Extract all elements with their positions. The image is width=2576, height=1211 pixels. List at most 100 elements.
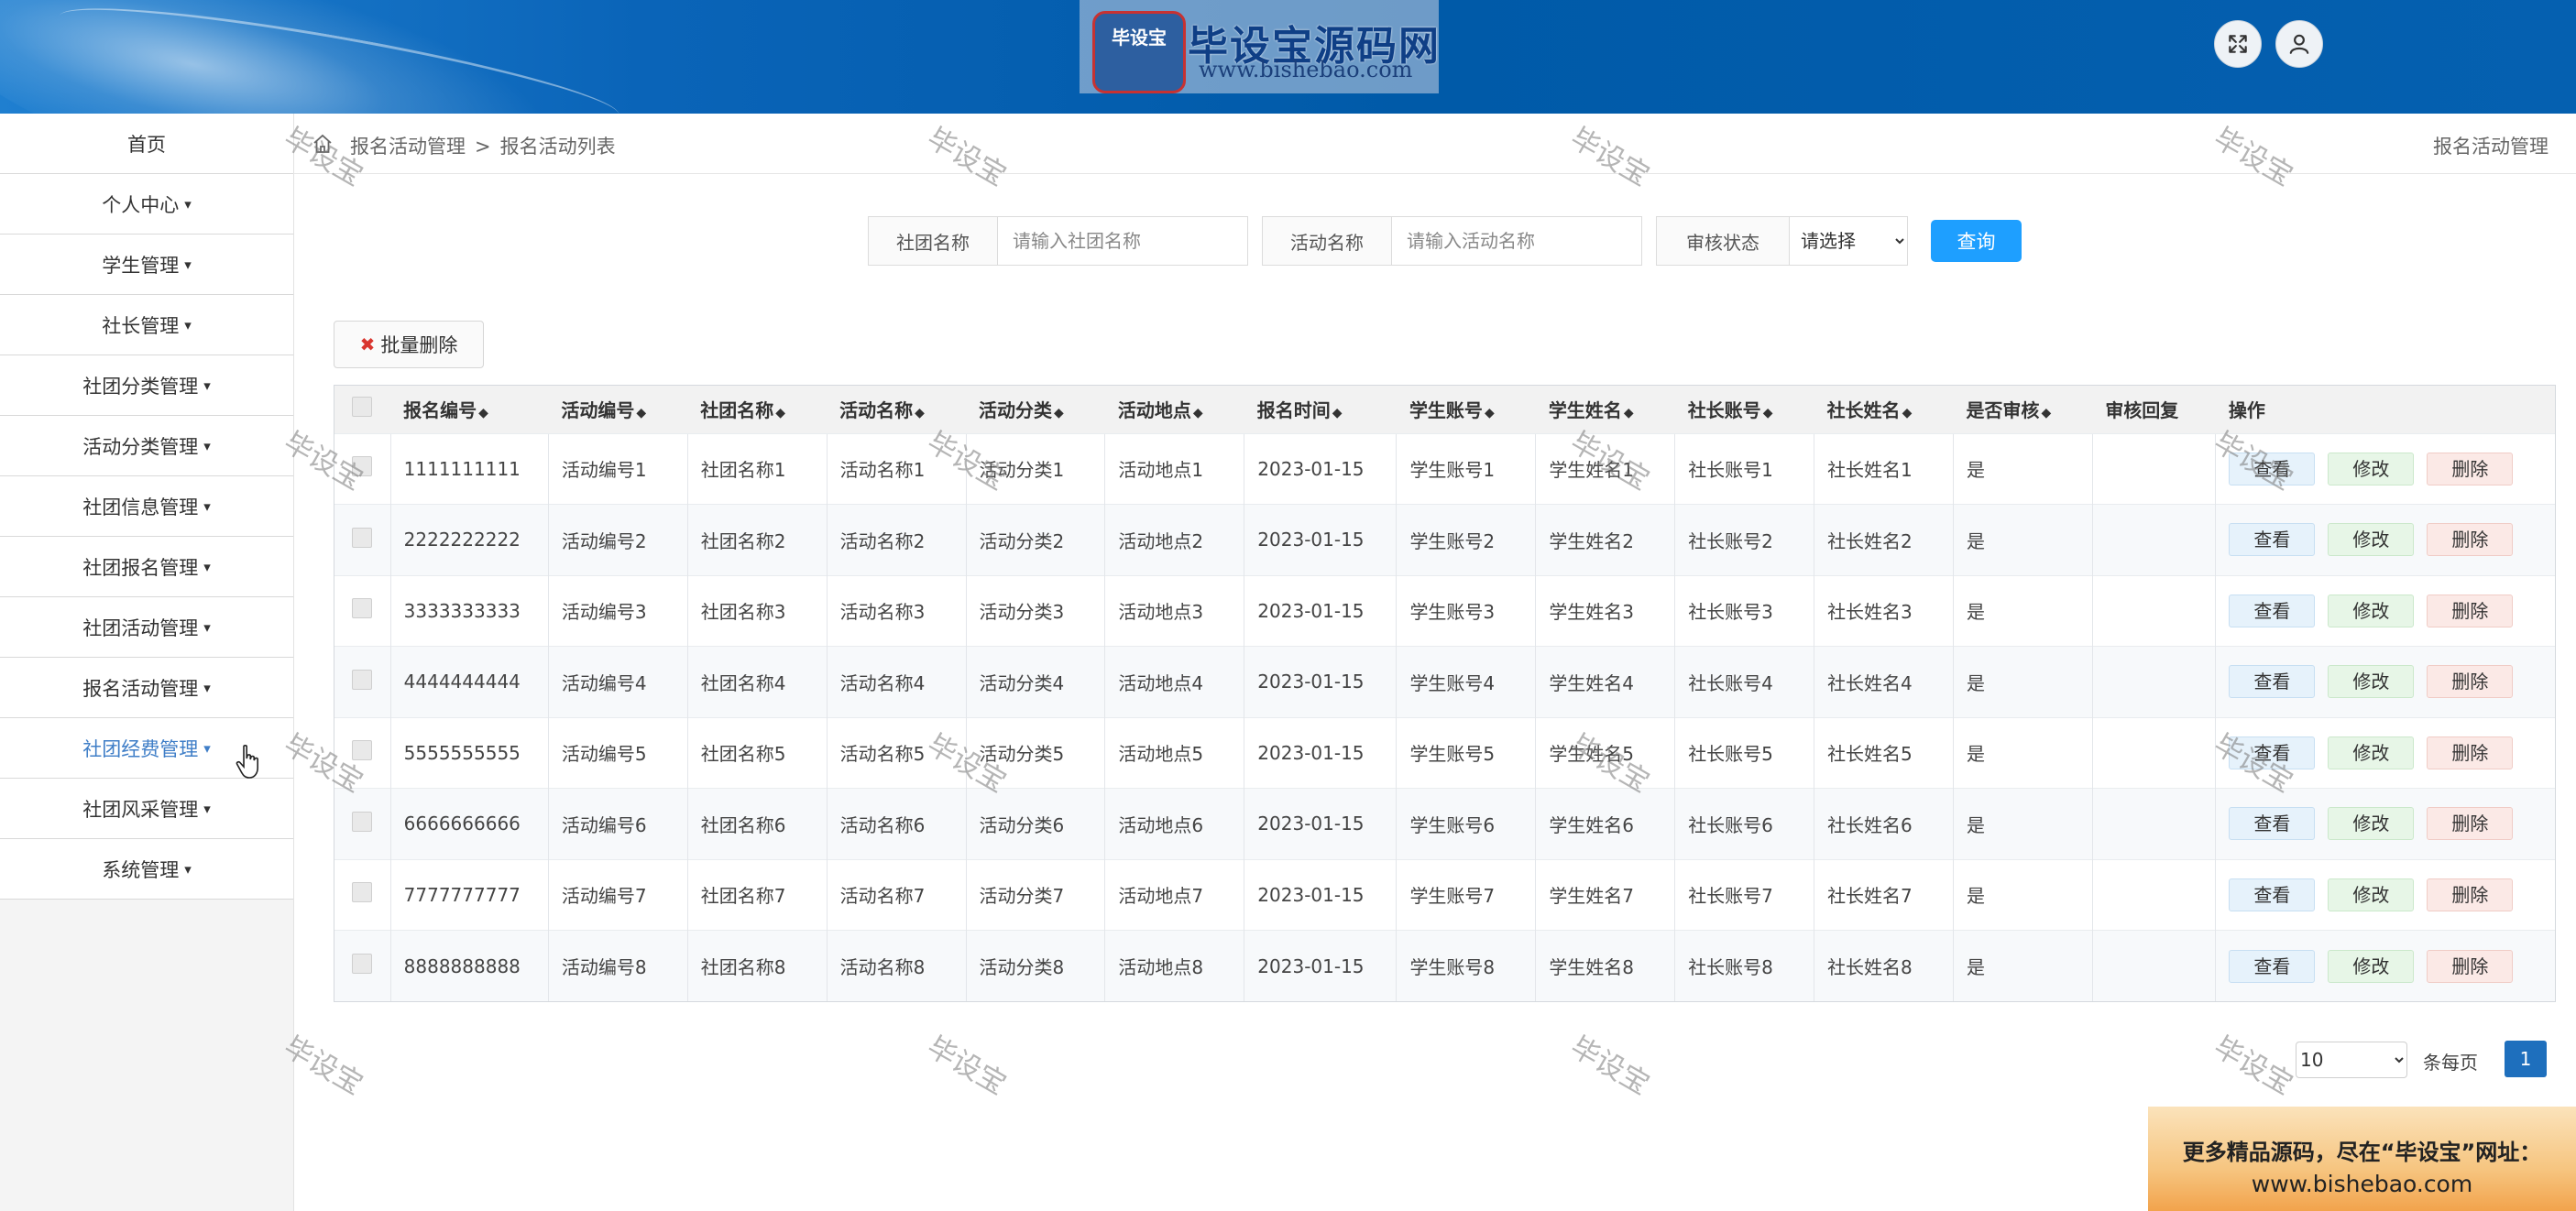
page-number-current[interactable]: 1: [2505, 1041, 2547, 1077]
sidebar-item-home[interactable]: 首页: [0, 114, 293, 174]
batch-delete-button[interactable]: ✖ 批量删除: [334, 321, 484, 368]
delete-button[interactable]: 删除: [2427, 949, 2514, 983]
col-header-student-account[interactable]: 学生账号 ◆: [1397, 386, 1536, 433]
view-button[interactable]: 查看: [2229, 807, 2316, 841]
sidebar-item-system[interactable]: 系统管理 ▾: [0, 839, 293, 900]
table-row: 1111111111 活动编号1 社团名称1 活动名称1 活动分类1 活动地点1 2023-…: [334, 432, 2555, 505]
page-size-select[interactable]: 10: [2296, 1042, 2407, 1078]
view-button[interactable]: 查看: [2229, 878, 2316, 911]
caret-down-icon: ▾: [203, 376, 211, 394]
col-header-club-name[interactable]: 社团名称 ◆: [687, 386, 827, 433]
view-button[interactable]: 查看: [2229, 452, 2316, 485]
breadcrumb-parent[interactable]: 报名活动管理: [350, 136, 466, 158]
sidebar-item-activity-categories[interactable]: 活动分类管理 ▾: [0, 416, 293, 476]
col-header-label: 报名时间: [1256, 399, 1331, 422]
col-header-is-reviewed[interactable]: 是否审核 ◆: [1953, 386, 2092, 433]
col-header-registration-time[interactable]: 报名时间 ◆: [1244, 386, 1397, 433]
cell-review-reply: [2091, 504, 2216, 575]
query-button[interactable]: 查询: [1931, 220, 2022, 262]
cell-review-reply: [2091, 716, 2216, 789]
view-button[interactable]: 查看: [2229, 523, 2316, 557]
table-body: 1111111111 活动编号1 社团名称1 活动名称1 活动分类1 活动地点1 2023-…: [334, 432, 2555, 1001]
cell-leader-name: 社长姓名4: [1814, 646, 1954, 717]
cell-student-account: 学生账号2: [1396, 504, 1536, 575]
edit-button[interactable]: 修改: [2328, 949, 2415, 983]
col-header-leader-account[interactable]: 社长账号 ◆: [1675, 386, 1814, 433]
edit-button[interactable]: 修改: [2328, 452, 2415, 485]
delete-button[interactable]: 删除: [2427, 594, 2514, 627]
row-checkbox[interactable]: [351, 740, 372, 761]
delete-button[interactable]: 删除: [2427, 878, 2514, 911]
cell-leader-account: 社长账号1: [1674, 432, 1814, 505]
sidebar-item-students[interactable]: 学生管理 ▾: [0, 235, 293, 295]
col-header-student-name[interactable]: 学生姓名 ◆: [1536, 386, 1675, 433]
cell-review-reply: [2091, 858, 2216, 931]
col-header-activity-no[interactable]: 活动编号 ◆: [548, 386, 687, 433]
row-checkbox[interactable]: [351, 598, 372, 619]
view-button[interactable]: 查看: [2229, 594, 2316, 627]
cell-activity-location: 活动地点7: [1104, 858, 1244, 931]
edit-button[interactable]: 修改: [2328, 807, 2415, 841]
delete-button[interactable]: 删除: [2427, 736, 2514, 769]
cell-registration-no: 3333333333: [389, 574, 549, 647]
cell-activity-location: 活动地点3: [1104, 574, 1244, 647]
col-header-registration-no[interactable]: 报名编号 ◆: [390, 386, 548, 433]
row-checkbox[interactable]: [351, 954, 372, 974]
cell-activity-category: 活动分类3: [965, 574, 1105, 647]
sidebar-item-activity-registration[interactable]: 报名活动管理 ▾: [0, 658, 293, 718]
select-all-checkbox[interactable]: [352, 397, 373, 418]
col-header-label: 活动编号: [561, 399, 635, 422]
cell-activity-no: 活动编号8: [547, 930, 688, 1001]
cell-club-name: 社团名称4: [686, 646, 828, 717]
row-actions: 查看 修改 删除: [2215, 788, 2555, 859]
delete-button[interactable]: 删除: [2427, 523, 2514, 557]
activity-name-input[interactable]: [1392, 217, 1641, 265]
club-name-input[interactable]: [998, 217, 1247, 265]
edit-button[interactable]: 修改: [2328, 736, 2415, 769]
watermark-text: 毕设宝: [921, 1030, 1013, 1102]
sidebar-item-personal-center[interactable]: 个人中心 ▾: [0, 174, 293, 235]
cell-review-reply: [2091, 646, 2216, 717]
col-header-activity-name[interactable]: 活动名称 ◆: [827, 386, 966, 433]
cell-registration-time: 2023-01-15: [1244, 504, 1397, 575]
row-checkbox[interactable]: [351, 527, 372, 548]
cell-registration-time: 2023-01-15: [1244, 646, 1397, 717]
cell-club-name: 社团名称8: [686, 930, 828, 1001]
caret-down-icon: ▾: [184, 316, 192, 333]
delete-button[interactable]: 删除: [2427, 452, 2514, 485]
view-button[interactable]: 查看: [2229, 736, 2316, 769]
sidebar-item-club-registration[interactable]: 社团报名管理 ▾: [0, 537, 293, 597]
home-icon[interactable]: [312, 133, 334, 155]
col-header-label: 社长姓名: [1826, 399, 1901, 422]
sidebar-item-club-activities[interactable]: 社团活动管理 ▾: [0, 597, 293, 658]
sidebar-item-label: 社团活动管理: [82, 616, 199, 639]
edit-button[interactable]: 修改: [2328, 523, 2415, 557]
edit-button[interactable]: 修改: [2328, 878, 2415, 911]
col-header-leader-name[interactable]: 社长姓名 ◆: [1814, 386, 1954, 433]
row-checkbox[interactable]: [351, 811, 372, 832]
row-checkbox[interactable]: [351, 669, 372, 690]
col-header-activity-location[interactable]: 活动地点 ◆: [1105, 386, 1244, 433]
cell-activity-name: 活动名称7: [826, 858, 967, 931]
sidebar-item-club-showcase[interactable]: 社团风采管理 ▾: [0, 779, 293, 839]
view-button[interactable]: 查看: [2229, 949, 2316, 983]
view-button[interactable]: 查看: [2229, 665, 2316, 699]
delete-button[interactable]: 删除: [2427, 665, 2514, 699]
fullscreen-button[interactable]: [2214, 20, 2262, 68]
row-checkbox[interactable]: [351, 882, 372, 903]
cell-club-name: 社团名称3: [686, 574, 828, 647]
cell-activity-category: 活动分类5: [965, 716, 1105, 789]
cell-activity-name: 活动名称5: [826, 716, 967, 789]
sidebar-item-club-categories[interactable]: 社团分类管理 ▾: [0, 355, 293, 416]
edit-button[interactable]: 修改: [2328, 665, 2415, 699]
row-select-cell: [334, 788, 391, 859]
sidebar-item-club-info[interactable]: 社团信息管理 ▾: [0, 476, 293, 537]
review-status-select[interactable]: 请选择: [1790, 217, 1907, 265]
delete-button[interactable]: 删除: [2427, 807, 2514, 841]
user-menu-button[interactable]: [2275, 20, 2323, 68]
row-checkbox[interactable]: [351, 456, 372, 477]
col-header-activity-category[interactable]: 活动分类 ◆: [966, 386, 1105, 433]
sidebar-item-club-leaders[interactable]: 社长管理 ▾: [0, 295, 293, 355]
edit-button[interactable]: 修改: [2328, 594, 2415, 627]
promo-banner[interactable]: 更多精品源码，尽在“毕设宝”网址： www.bishebao.com: [2148, 1107, 2576, 1211]
